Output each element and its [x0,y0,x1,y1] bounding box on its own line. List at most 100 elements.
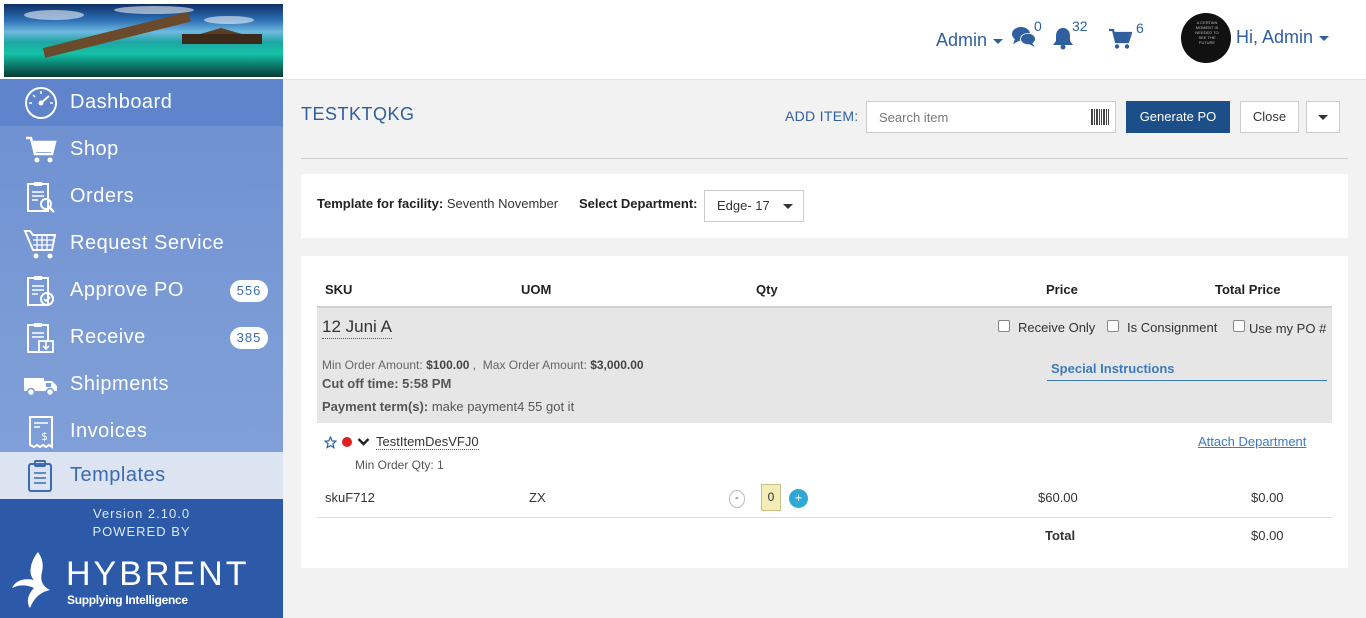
special-instructions-link[interactable]: Special Instructions [1047,361,1327,381]
sidebar-item-request-service[interactable]: Request Service [0,220,283,267]
hybrent-bird-icon [12,552,50,608]
use-my-po-checkbox[interactable] [1233,320,1245,332]
receive-only-checkbox[interactable] [998,320,1010,332]
more-options-button[interactable] [1306,101,1340,133]
max-order-label: Max Order Amount: [482,358,587,372]
min-order-label: Min Order Amount: [322,358,423,372]
approve-po-badge: 556 [230,280,268,302]
powered-by-text: POWERED BY [92,524,191,539]
receive-only-label: Receive Only [1018,320,1096,335]
department-value: Edge- 17 [717,198,770,213]
sidebar-item-shipments[interactable]: Shipments [0,361,283,408]
status-dot-icon [342,437,352,447]
sidebar-item-label: Dashboard [70,91,173,113]
avatar-text: A CERTAIN MOMENT IS NEEDED TO SEE THE FU… [1195,20,1219,45]
messages-count: 0 [1034,18,1042,34]
page-title: TESTKTQKG [301,104,415,124]
column-header-sku: SKU [325,282,353,297]
max-order-value: $3,000.00 [590,358,644,372]
cart-icon [20,131,62,169]
sidebar-item-orders[interactable]: Orders [0,173,283,220]
cart-icon[interactable] [1108,28,1132,50]
item-uom: ZX [529,490,546,505]
sidebar-item-label: Orders [70,185,135,207]
barcode-icon[interactable] [1091,109,1109,125]
approve-po-icon [20,272,62,310]
receive-icon [20,319,62,357]
request-service-icon [20,225,62,263]
avatar[interactable]: A CERTAIN MOMENT IS NEEDED TO SEE THE FU… [1181,13,1231,63]
attach-department-link[interactable]: Attach Department [1198,434,1306,449]
header-divider [301,158,1348,159]
sidebar-item-label: Shipments [70,373,169,395]
vendor-name[interactable]: 12 Juni A [322,317,392,339]
total-value: $0.00 [1251,528,1284,543]
brand-name: HYBRENT [66,555,250,593]
item-price: $60.00 [1038,490,1078,505]
column-header-price: Price [1046,282,1078,297]
add-item-label: ADD ITEM: [785,108,859,124]
chevron-down-icon [993,38,1004,44]
chevron-down-icon [783,204,793,209]
payment-label: Payment term(s): [322,399,429,414]
sidebar-item-label: Templates [70,464,166,486]
column-header-total-price: Total Price [1215,282,1281,297]
facility-value: Seventh November [446,196,559,211]
qty-decrement-button[interactable]: - [729,490,745,508]
sidebar-item-label: Request Service [70,232,225,254]
sidebar-item-approve-po[interactable]: Approve PO 556 [0,267,283,314]
item-total-price: $0.00 [1251,490,1284,505]
item-sku: skuF712 [325,490,375,505]
payment-terms: Payment term(s): make payment4 55 got it [322,399,574,414]
sidebar-item-shop[interactable]: Shop [0,126,283,173]
use-my-po-label: Use my PO # [1249,321,1327,336]
row-divider [317,517,1332,518]
sidebar-item-dashboard[interactable]: Dashboard [0,79,283,126]
beach-image [4,4,283,77]
min-order-qty: Min Order Qty: 1 [355,458,444,472]
is-consignment-checkbox[interactable] [1107,320,1119,332]
chevron-down-icon [1318,115,1328,120]
column-header-qty: Qty [756,282,778,297]
version-text: Version 2.10.0 [92,506,191,521]
search-item-box [866,101,1116,133]
payment-value: make payment4 55 got it [431,399,575,414]
chevron-down-icon[interactable] [357,437,370,447]
orders-icon [20,178,62,216]
department-label: Select Department: [579,196,698,211]
invoice-icon: $ [20,413,62,451]
cutoff-time: Cut off time: 5:58 PM [322,376,452,391]
admin-menu-label: Admin [936,30,988,50]
search-item-input[interactable] [867,102,1087,132]
user-greeting: Hi, Admin [1236,27,1314,47]
templates-icon [20,457,62,495]
total-label: Total [1045,528,1076,543]
receive-badge: 385 [230,327,268,349]
chevron-down-icon [1319,35,1330,41]
close-button[interactable]: Close [1240,101,1299,133]
truck-icon [20,366,62,404]
is-consignment-label: Is Consignment [1127,320,1218,335]
sidebar-item-label: Approve PO [70,279,184,301]
sidebar-item-label: Invoices [70,420,148,442]
item-name-link[interactable]: TestItemDesVFJ0 [376,434,479,450]
sidebar-item-invoices[interactable]: $ Invoices [0,408,283,455]
cart-count: 6 [1136,20,1144,36]
order-amounts: Min Order Amount: $100.00 , Max Order Am… [322,358,644,372]
qty-increment-button[interactable]: + [789,489,808,508]
admin-menu[interactable]: Admin [936,30,1004,51]
sidebar-item-receive[interactable]: Receive 385 [0,314,283,361]
facility-label: Template for facility: [317,196,444,211]
user-menu[interactable]: Hi, Admin [1236,27,1330,48]
qty-input[interactable]: 0 [761,484,781,511]
sidebar-item-templates[interactable]: Templates [0,452,283,499]
item-header: TestItemDesVFJ0 [324,433,479,451]
svg-text:$: $ [41,430,48,443]
generate-po-button[interactable]: Generate PO [1126,101,1230,133]
notifications-count: 32 [1072,18,1088,34]
sidebar-item-label: Receive [70,326,146,348]
star-icon[interactable] [324,435,337,449]
department-select[interactable]: Edge- 17 [704,190,804,222]
sidebar-item-label: Shop [70,138,119,160]
logo-banner [0,0,283,80]
